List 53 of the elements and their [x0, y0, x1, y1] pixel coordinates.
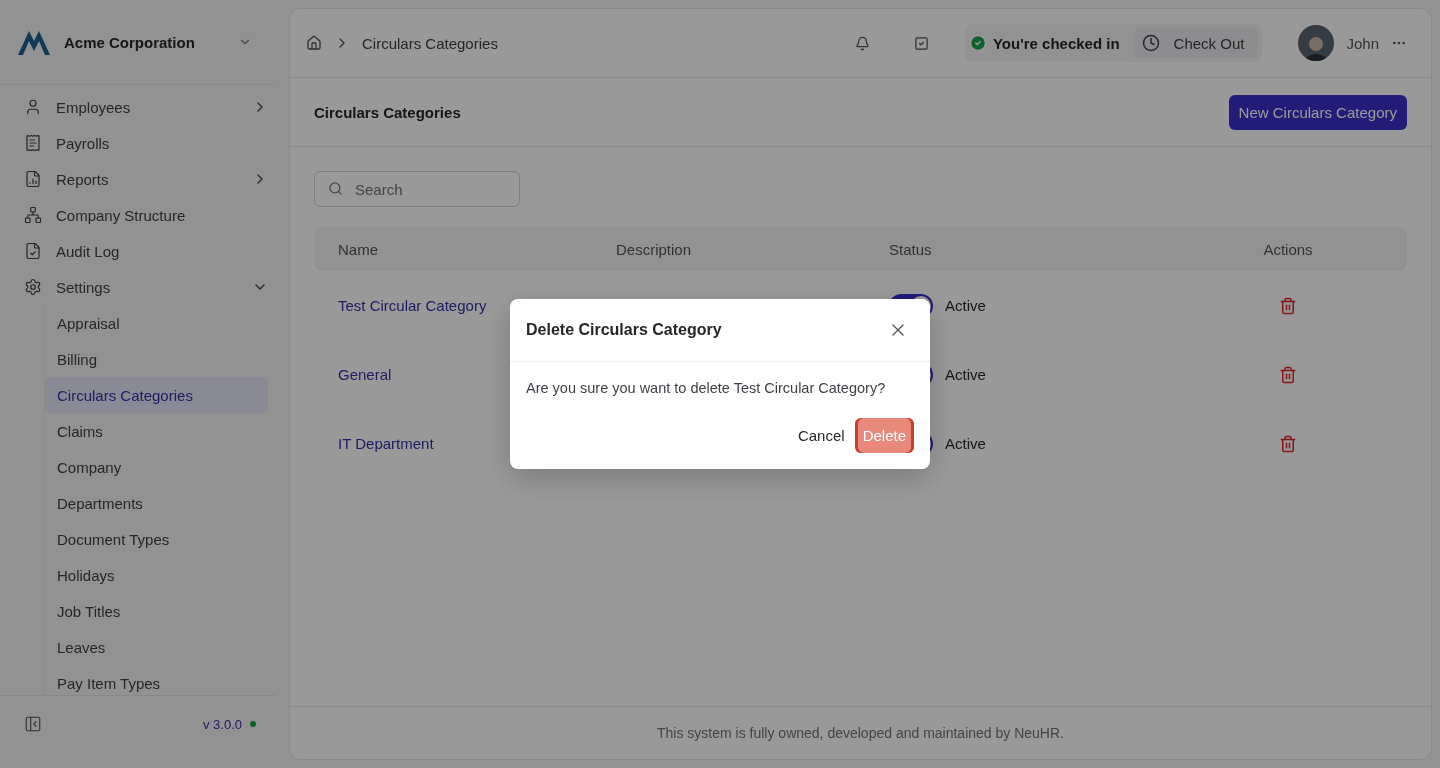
avatar[interactable] — [1298, 25, 1335, 61]
check-circle-icon — [968, 34, 987, 52]
column-header: Description — [616, 240, 693, 258]
nav-subitem[interactable]: Billing — [45, 341, 268, 377]
status-text: Active — [945, 297, 986, 314]
cancel-button[interactable]: Cancel — [795, 419, 847, 452]
search-icon — [328, 181, 343, 196]
nav-subitem[interactable]: Claims — [45, 413, 268, 449]
column-header: Status — [889, 240, 933, 258]
home-icon[interactable] — [306, 35, 322, 51]
nav-item[interactable]: Settings — [24, 269, 268, 305]
company-name: Acme Corporation — [64, 33, 196, 51]
nav-subitem[interactable]: Leaves — [45, 629, 268, 665]
nav-subitem[interactable]: Circulars Categories — [45, 377, 268, 413]
new-category-button[interactable]: New Circulars Category — [1228, 94, 1407, 130]
dialog-message: Are you sure you want to delete Test Circular Category? — [525, 379, 887, 398]
status-text: Active — [945, 435, 986, 452]
settings-icon — [24, 278, 42, 296]
nav-subitem[interactable]: Appraisal — [45, 305, 268, 341]
column-header: Name — [338, 240, 379, 258]
status-text: Active — [945, 366, 986, 383]
person-icon — [24, 98, 42, 116]
document-chart-icon — [24, 170, 42, 188]
nav-subitem[interactable]: Holidays — [45, 557, 268, 593]
nav-item[interactable]: Audit Log — [24, 233, 268, 269]
footer-text: This system is fully owned, developed and maintained by NeuHR. — [290, 706, 1431, 759]
nav-subitem[interactable]: Job Titles — [45, 593, 268, 629]
nav-item[interactable]: Reports — [24, 161, 268, 197]
nav-subitem[interactable]: Pay Item Types — [45, 665, 268, 695]
category-link[interactable]: IT Department — [338, 435, 434, 452]
nav-item[interactable]: Company Structure — [24, 197, 268, 233]
document-check-icon — [24, 242, 42, 260]
clock-icon — [1141, 34, 1160, 52]
receipt-icon — [24, 134, 42, 152]
search-field[interactable]: Search — [314, 171, 520, 207]
checkout-button[interactable]: Check Out — [1133, 28, 1259, 58]
collapse-sidebar-icon[interactable] — [24, 715, 42, 733]
nav-subitem[interactable]: Document Types — [45, 521, 268, 557]
dialog-title: Delete Circulars Category — [526, 321, 722, 339]
checkin-status: You're checked in — [992, 34, 1121, 52]
breadcrumb[interactable]: Circulars Categories — [362, 34, 827, 52]
version-label: v 3.0.0 — [202, 716, 256, 732]
delete-button[interactable]: Delete — [854, 418, 914, 453]
network-icon — [24, 206, 42, 224]
category-link[interactable]: General — [338, 366, 392, 383]
user-name[interactable]: John — [1346, 34, 1379, 52]
nav-item[interactable]: Payrolls — [24, 125, 268, 161]
column-header: Actions — [1262, 240, 1314, 258]
nav-subitem[interactable]: Company — [45, 449, 268, 485]
category-link[interactable]: Test Circular Category — [338, 297, 487, 314]
nav-subitem[interactable]: Departments — [45, 485, 268, 521]
nav-item[interactable]: Employees — [24, 89, 268, 125]
page-title: Circulars Categories — [314, 103, 461, 121]
